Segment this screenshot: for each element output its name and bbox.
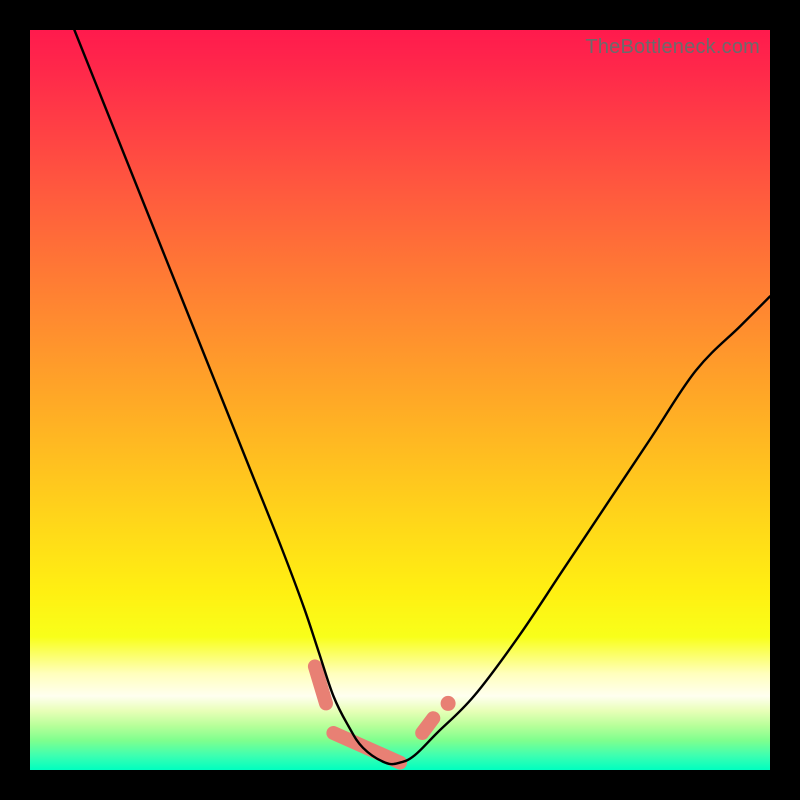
- curve-layer: [30, 30, 770, 770]
- highlight-seg-2: [422, 718, 433, 733]
- highlight-seg-1: [333, 733, 400, 763]
- highlight-marker: [441, 696, 456, 711]
- plot-area: TheBottleneck.com: [30, 30, 770, 770]
- bottleneck-curve: [74, 30, 770, 764]
- chart-frame: TheBottleneck.com: [0, 0, 800, 800]
- highlight-optimal-range: [315, 666, 456, 762]
